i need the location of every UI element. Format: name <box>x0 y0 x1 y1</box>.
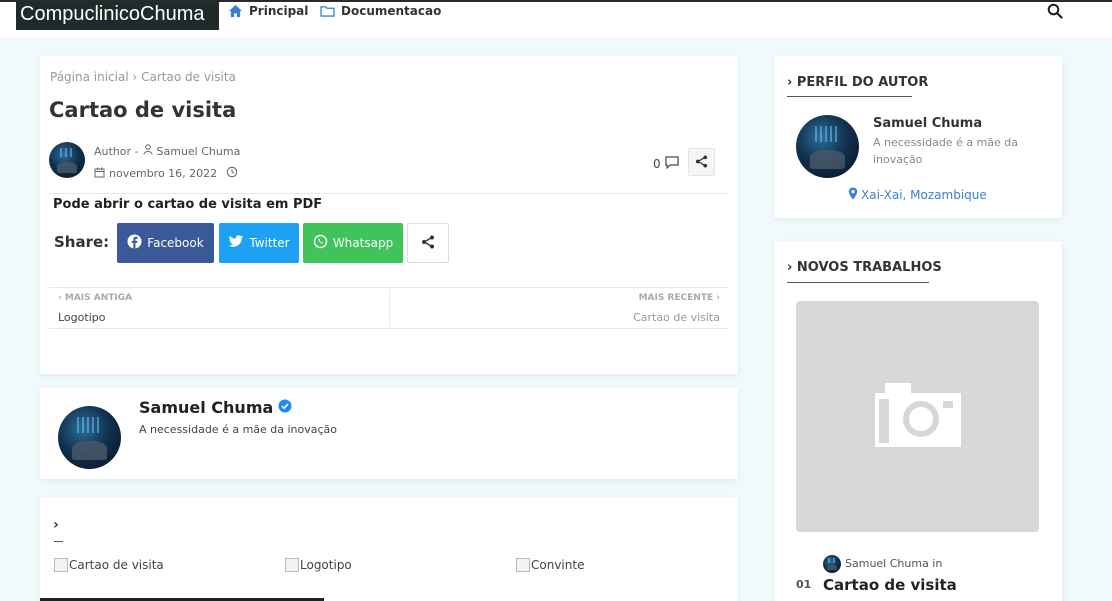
author-meta: Author - Samuel Chuma <box>94 144 240 158</box>
broken-image-icon <box>516 558 530 572</box>
comment-count-value: 0 <box>653 157 661 171</box>
page-title: Cartao de visita <box>49 98 237 122</box>
next-post-title[interactable]: Cartao de visita <box>633 311 720 324</box>
breadcrumb-home[interactable]: Página inicial <box>50 70 129 84</box>
share-more-button[interactable] <box>407 223 449 263</box>
facebook-label: Facebook <box>147 236 204 250</box>
related-heading-underline <box>54 541 63 542</box>
nav-item-documentacao[interactable]: Documentacao <box>320 4 441 18</box>
new-work-title[interactable]: Cartao de visita <box>823 576 957 594</box>
related-item-alt: Logotipo <box>300 558 352 572</box>
nav-label: Documentacao <box>341 4 442 18</box>
post-body-text: Pode abrir o cartao de visita em PDF <box>53 197 323 212</box>
broken-image-icon <box>54 558 68 572</box>
related-item[interactable]: Cartao de visita <box>54 558 164 572</box>
clock-icon <box>226 166 238 181</box>
new-work-author-avatar <box>823 555 841 573</box>
nav-label: Principal <box>249 4 309 18</box>
location-pin-icon <box>848 187 858 203</box>
folder-icon <box>320 5 335 17</box>
new-work-number: 01 <box>796 578 812 591</box>
related-item-alt: Cartao de visita <box>69 558 164 572</box>
calendar-icon <box>94 167 105 181</box>
share-toggle-button[interactable] <box>688 148 715 176</box>
profile-location-text: Xai-Xai, Mozambique <box>861 188 987 202</box>
prev-post-label[interactable]: ‹ MAIS ANTIGA <box>58 293 132 303</box>
author-box-avatar[interactable] <box>58 406 121 469</box>
share-facebook-button[interactable]: Facebook <box>117 223 214 263</box>
verified-badge-icon <box>278 398 292 417</box>
profile-name[interactable]: Samuel Chuma <box>873 116 982 131</box>
author-prefix: Author - <box>94 144 139 158</box>
new-works-title-text: NOVOS TRABALHOS <box>796 260 942 275</box>
nav-item-principal[interactable]: Principal <box>228 4 308 18</box>
camera-icon <box>874 382 961 451</box>
breadcrumb-separator: › <box>132 70 138 84</box>
whatsapp-icon <box>313 234 328 252</box>
home-icon <box>228 4 243 18</box>
search-icon[interactable] <box>1047 3 1063 23</box>
chevron-right-icon: › <box>787 260 793 275</box>
share-label: Share: <box>54 233 110 251</box>
chevron-left-icon: ‹ <box>58 293 62 303</box>
new-works-title: › NOVOS TRABALHOS <box>787 260 942 275</box>
title-underline <box>787 96 912 97</box>
author-avatar[interactable] <box>49 142 85 178</box>
prev-label-text: MAIS ANTIGA <box>64 293 133 303</box>
author-link[interactable]: Samuel Chuma <box>157 145 241 158</box>
breadcrumb: Página inicial › Cartao de visita <box>50 70 236 84</box>
facebook-icon <box>127 234 142 252</box>
comment-icon <box>665 156 679 172</box>
share-whatsapp-button[interactable]: Whatsapp <box>303 223 403 263</box>
author-box-name-text: Samuel Chuma <box>139 398 274 417</box>
breadcrumb-current: Cartao de visita <box>141 70 236 84</box>
related-item-alt: Convinte <box>531 558 585 572</box>
chevron-right-icon: › <box>716 293 720 303</box>
profile-description: A necessidade é a mãe da inovação <box>873 136 1019 166</box>
whatsapp-label: Whatsapp <box>332 236 394 250</box>
share-icon <box>421 234 435 253</box>
twitter-icon <box>228 235 244 251</box>
author-box-name[interactable]: Samuel Chuma <box>139 398 292 417</box>
date-meta: novembro 16, 2022 <box>94 166 238 181</box>
divider <box>49 287 728 288</box>
next-label-text: MAIS RECENTE <box>638 293 714 303</box>
twitter-label: Twitter <box>249 236 290 250</box>
profile-widget-title-text: PERFIL DO AUTOR <box>796 75 929 90</box>
profile-avatar[interactable] <box>796 115 859 178</box>
post-thumbnail-placeholder[interactable] <box>796 301 1039 532</box>
divider <box>49 328 728 329</box>
site-header: CompuclinicoChuma Principal Documentacao <box>0 2 1112 37</box>
title-underline <box>787 282 929 283</box>
related-item[interactable]: Convinte <box>516 558 584 572</box>
user-icon <box>143 144 153 158</box>
divider <box>49 193 728 194</box>
related-heading-chevron-icon: › <box>53 517 59 533</box>
site-logo[interactable]: CompuclinicoChuma <box>16 2 219 30</box>
pager-divider <box>389 289 390 327</box>
related-posts-card <box>40 497 738 601</box>
related-item[interactable]: Logotipo <box>285 558 352 572</box>
chevron-right-icon: › <box>787 75 793 90</box>
profile-location: Xai-Xai, Mozambique <box>848 187 987 203</box>
broken-image-icon <box>285 558 299 572</box>
comment-count[interactable]: 0 <box>653 156 679 172</box>
next-post-label[interactable]: MAIS RECENTE › <box>639 293 720 303</box>
new-work-author[interactable]: Samuel Chuma in <box>845 557 942 570</box>
share-icon <box>695 153 708 172</box>
share-twitter-button[interactable]: Twitter <box>219 223 299 263</box>
author-box-description: A necessidade é a mãe da inovação <box>139 423 338 436</box>
post-date: novembro 16, 2022 <box>109 167 218 180</box>
profile-widget-title: › PERFIL DO AUTOR <box>787 75 928 90</box>
prev-post-title[interactable]: Logotipo <box>58 311 105 324</box>
